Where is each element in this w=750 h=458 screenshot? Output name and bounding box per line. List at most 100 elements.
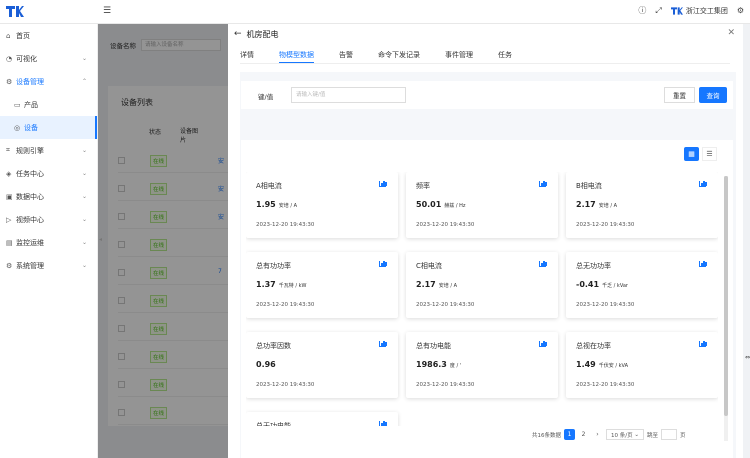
property-unit: 千乏 / kVar (602, 283, 628, 289)
sidebar-item-visualization[interactable]: ◔ 可视化 ⌄ (0, 47, 97, 70)
sidebar-item-device-management[interactable]: ⚙ 设备管理 ⌃ (0, 70, 97, 93)
chart-icon: ◔ (6, 54, 13, 63)
page-size-value: 10 条/页 (611, 432, 633, 439)
key-value-input[interactable]: 请输入键/值 (291, 87, 406, 103)
tab-thing-model-data[interactable]: 物模型数据 (279, 50, 314, 63)
filter-bar: 键/值 请输入键/值 重置 查询 (241, 81, 733, 109)
property-value: 1986.3 (416, 360, 447, 369)
device-detail-drawer: ← 机房配电 ✕ 详情 物模型数据 告警 命令下发记录 事件管理 任务 键/值 … (228, 24, 743, 458)
sidebar-item-video-center[interactable]: ▷ 视频中心 ⌄ (0, 208, 97, 231)
data-icon: ▣ (6, 192, 13, 201)
scrollbar[interactable] (724, 176, 728, 441)
property-value-row: 1.37 千瓦特 / kW (256, 280, 306, 289)
sidebar-item-label: 设备管理 (16, 77, 44, 86)
query-button[interactable]: 查询 (699, 87, 727, 103)
bar-chart-icon[interactable] (539, 261, 547, 267)
close-icon[interactable]: ✕ (727, 28, 735, 38)
property-name: B相电流 (576, 182, 602, 190)
fullscreen-icon[interactable]: ⤢ (655, 6, 661, 16)
cursor-icon: ⇔ (744, 354, 750, 361)
sidebar-item-product[interactable]: ▭ 产品 (0, 93, 97, 116)
property-timestamp: 2023-12-20 19:43:30 (256, 302, 315, 308)
sidebar-item-rule-engine[interactable]: ⌗ 规则引擎 ⌄ (0, 139, 97, 162)
property-timestamp: 2023-12-20 19:43:30 (256, 382, 315, 388)
sidebar-item-device[interactable]: ◎ 设备 (0, 116, 97, 139)
back-arrow-icon[interactable]: ← (234, 29, 242, 39)
property-timestamp: 2023-12-20 19:43:30 (576, 302, 635, 308)
sidebar-item-task-center[interactable]: ◈ 任务中心 ⌄ (0, 162, 97, 185)
brand-logo-icon (6, 6, 24, 17)
logo (4, 5, 26, 19)
scrollbar-thumb[interactable] (724, 176, 728, 416)
sidebar-item-label: 可视化 (16, 54, 37, 63)
top-bar: ☰ ⓘ ⤢ 浙江交工集团 ⚙ (0, 0, 750, 24)
org-name: 浙江交工集团 (685, 6, 728, 15)
page-1-button[interactable]: 1 (564, 429, 575, 440)
drawer-mask[interactable] (98, 24, 228, 458)
tab-alarms[interactable]: 告警 (339, 50, 353, 63)
task-icon: ◈ (6, 169, 12, 178)
bar-chart-icon[interactable] (539, 341, 547, 347)
menu-toggle-icon[interactable]: ☰ (103, 6, 111, 16)
bar-chart-icon[interactable] (379, 341, 387, 347)
property-name: 总有功功率 (256, 262, 291, 270)
next-page-icon[interactable]: › (592, 429, 603, 440)
property-name: 频率 (416, 182, 430, 190)
page-suffix: 页 (679, 432, 686, 439)
total-count: 共16条数据 (532, 432, 561, 439)
property-unit: 千伏安 / kVA (598, 363, 629, 369)
jump-label: 跳至 (646, 432, 658, 439)
property-name: A相电流 (256, 182, 282, 190)
jump-input[interactable] (660, 429, 677, 440)
bar-chart-icon[interactable] (699, 261, 707, 267)
property-card: 总视在功率 1.49 千伏安 / kVA 2023-12-20 19:43:30 (566, 332, 718, 398)
tab-command-log[interactable]: 命令下发记录 (378, 50, 420, 63)
property-value: 0.96 (256, 360, 276, 369)
property-value: 1.37 (256, 280, 276, 289)
org-switcher[interactable]: 浙江交工集团 (670, 6, 728, 16)
reset-button[interactable]: 重置 (664, 87, 695, 103)
chevron-down-icon: ⌄ (81, 147, 87, 154)
settings-icon[interactable]: ⚙ (737, 6, 744, 15)
sidebar-item-home[interactable]: ⌂ 首页 (0, 24, 97, 47)
sidebar-item-label: 首页 (16, 31, 30, 40)
list-view-icon[interactable]: ☰ (702, 147, 717, 161)
bar-chart-icon[interactable] (379, 261, 387, 267)
view-toggle: ▦ ☰ (684, 147, 717, 161)
tab-tasks[interactable]: 任务 (498, 50, 512, 63)
chevron-down-icon: ⌄ (81, 55, 87, 62)
video-icon: ▷ (6, 215, 12, 224)
sidebar-item-label: 监控运维 (16, 238, 44, 247)
collapse-arrow-icon[interactable]: ◂ (99, 236, 102, 243)
property-name: 总有功电能 (416, 342, 451, 350)
sidebar-item-monitoring[interactable]: ▤ 监控运维 ⌄ (0, 231, 97, 254)
sidebar-item-system[interactable]: ⚙ 系统管理 ⌄ (0, 254, 97, 277)
sidebar-item-label: 规则引擎 (16, 146, 44, 155)
property-card: 总有功电能 1986.3 度 / ' 2023-12-20 19:43:30 (406, 332, 558, 398)
grid-view-icon[interactable]: ▦ (684, 147, 699, 161)
bar-chart-icon[interactable] (539, 181, 547, 187)
chevron-up-icon: ⌃ (81, 78, 87, 85)
property-value: -0.41 (576, 280, 600, 289)
tab-details[interactable]: 详情 (240, 50, 254, 63)
page-size-select[interactable]: 10 条/页 ⌄ (606, 429, 644, 440)
drawer-header: ← 机房配电 (228, 24, 743, 44)
tab-events[interactable]: 事件管理 (445, 50, 473, 63)
bar-chart-icon[interactable] (699, 181, 707, 187)
help-icon[interactable]: ⓘ (638, 5, 646, 16)
property-value-row: 2.17 安培 / A (416, 280, 457, 289)
sidebar-item-data-center[interactable]: ▣ 数据中心 ⌄ (0, 185, 97, 208)
property-value-row: 50.01 赫兹 / Hz (416, 200, 466, 209)
property-name: 总无功功率 (576, 262, 611, 270)
property-name: 总无功电能 (256, 422, 291, 426)
property-card: 总有功功率 1.37 千瓦特 / kW 2023-12-20 19:43:30 (246, 252, 398, 318)
property-value: 2.17 (576, 200, 596, 209)
property-timestamp: 2023-12-20 19:43:30 (416, 302, 475, 308)
org-logo-icon (670, 6, 683, 15)
page-2-button[interactable]: 2 (578, 429, 589, 440)
bar-chart-icon[interactable] (699, 341, 707, 347)
bar-chart-icon[interactable] (379, 421, 387, 426)
drawer-title: 机房配电 (246, 29, 279, 39)
property-unit: 安培 / A (438, 283, 458, 289)
bar-chart-icon[interactable] (379, 181, 387, 187)
